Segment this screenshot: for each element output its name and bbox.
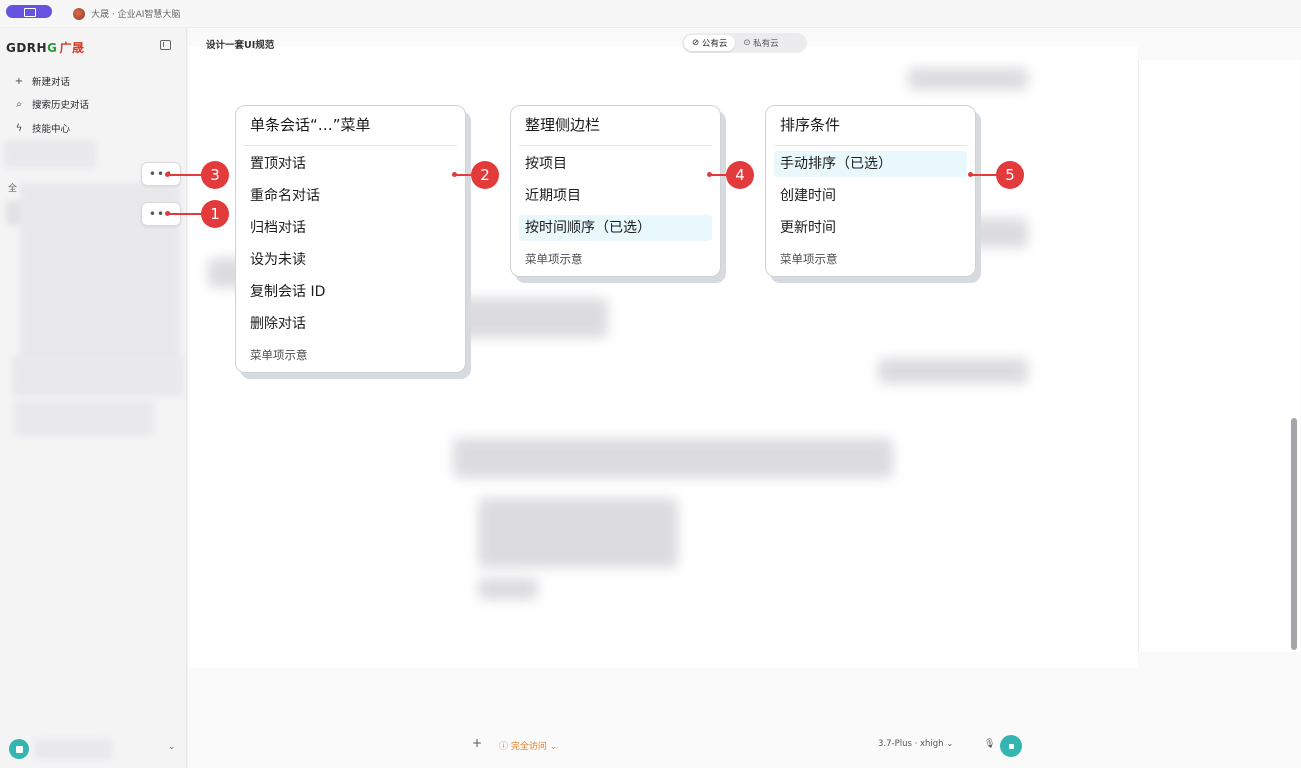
callout-dot-3 [165,172,170,177]
add-attachment-button[interactable]: + [472,736,482,750]
private-cloud-label: 私有云 [753,39,779,49]
menu-note: 菜单项示意 [780,252,838,266]
callout-badge-5: 5 [996,161,1024,189]
callout-leader-1 [168,213,203,215]
model-label: 3.7-Plus · xhigh [878,739,944,749]
blurred-message [453,438,893,478]
composer: + ⓘ 完全访问 ⌄ 3.7-Plus · xhigh ⌄ 🎙 [468,728,1022,758]
brand-logo: GDRHG 广晟 [6,39,84,56]
blurred-username [34,739,112,759]
blurred-message [478,498,678,568]
tab-private-cloud[interactable]: ⊙ 私有云 [735,35,786,51]
blurred-message [478,578,538,600]
callout-badge-4: 4 [726,161,754,189]
callout-badge-2: 2 [471,161,499,189]
avatar [9,739,29,759]
tab-public-cloud[interactable]: ⊘ 公有云 [684,35,736,51]
menu-item-by-project[interactable]: 按项目 [519,151,712,177]
new-chat-button[interactable]: + 新建对话 [12,72,70,90]
blurred-message [458,298,608,338]
section-label: 全 [8,184,18,194]
callout-dot-5 [968,172,973,177]
callout-dot-1 [165,211,170,216]
menu-item-pin[interactable]: 置顶对话 [244,151,457,177]
callout-dot-4 [707,172,712,177]
user-profile-row[interactable]: ⌄ [0,733,187,768]
conversation-menu-card: 单条会话“…”菜单 置顶对话 重命名对话 归档对话 设为未读 复制会话 ID 删… [235,105,466,373]
sort-conditions-card: 排序条件 手动排序（已选） 创建时间 更新时间 菜单项示意 [765,105,976,277]
menu-note: 菜单项示意 [525,252,583,266]
plus-icon: + [14,75,24,87]
menu-item-manual-sort[interactable]: 手动排序（已选） [774,151,967,177]
menu-item-recent-projects[interactable]: 近期项目 [519,183,712,209]
access-mode-label: 完全访问 [510,742,547,752]
microphone-icon[interactable]: 🎙 [984,739,995,749]
private-cloud-icon: ⊙ [743,38,751,48]
blurred-message [878,358,1028,384]
menu-item-rename[interactable]: 重命名对话 [244,183,457,209]
public-cloud-label: 公有云 [701,39,728,49]
menu-item-delete[interactable]: 删除对话 [244,311,457,337]
send-button[interactable] [1000,735,1022,757]
menu-item-created-time[interactable]: 创建时间 [774,183,967,209]
callout-leader-3 [168,174,203,176]
search-history-button[interactable]: ⌕ 搜索历史对话 [12,95,89,113]
skill-center-label: 技能中心 [32,124,71,135]
callout-badge-1: 1 [201,200,229,228]
chevron-down-icon: ⌄ [168,742,176,752]
search-history-label: 搜索历史对话 [32,100,90,111]
menu-item-archive[interactable]: 归档对话 [244,215,457,241]
organize-sidebar-card: 整理侧边栏 按项目 近期项目 按时间顺序（已选） 菜单项示意 [510,105,721,277]
blurred-message [908,68,1028,90]
menu-item-chronological[interactable]: 按时间顺序（已选） [519,215,712,241]
blurred-conversation-list-2 [12,356,184,396]
sort-conditions-title: 排序条件 [774,114,967,146]
skill-center-button[interactable]: ϟ 技能中心 [12,119,70,137]
brand-cn: 广晟 [59,41,85,55]
callout-dot-2 [452,172,457,177]
organize-sidebar-title: 整理侧边栏 [519,114,712,146]
top-bar: 大晟 · 企业AI智慧大脑 [0,0,1301,28]
callout-badge-3: 3 [201,161,229,189]
scrollbar[interactable] [1291,418,1297,650]
workspace-switch-button[interactable] [6,5,52,18]
menu-item-mark-unread[interactable]: 设为未读 [244,247,457,273]
menu-note: 菜单项示意 [250,348,308,362]
brand-ring-icon: G [47,41,58,55]
brand-latin: GDRH [6,41,48,55]
menu-item-updated-time[interactable]: 更新时间 [774,215,967,241]
app-logo-icon [73,8,85,20]
right-panel [1138,60,1300,652]
blurred-conversation-list-3 [14,400,154,436]
chat-title: 设计一套UI规范 [206,40,275,51]
app-title: 大晟 · 企业AI智慧大脑 [91,10,181,20]
menu-item-copy-id[interactable]: 复制会话 ID [244,279,457,305]
model-selector[interactable]: 3.7-Plus · xhigh ⌄ [878,739,953,749]
search-icon: ⌕ [16,98,22,110]
conversation-menu-title: 单条会话“…”菜单 [244,114,457,146]
new-chat-label: 新建对话 [32,77,71,88]
access-mode-selector[interactable]: ⓘ 完全访问 ⌄ [499,739,557,752]
cloud-switch: ⊘ 公有云 ⊙ 私有云 [682,33,807,53]
collapse-sidebar-icon[interactable] [160,40,171,50]
lightning-icon: ϟ [15,122,23,134]
sidebar: GDRHG 广晟 + 新建对话 ⌕ 搜索历史对话 ϟ 技能中心 全 ••• •••… [0,28,187,768]
blurred-item [4,140,96,168]
public-cloud-icon: ⊘ [692,38,700,48]
